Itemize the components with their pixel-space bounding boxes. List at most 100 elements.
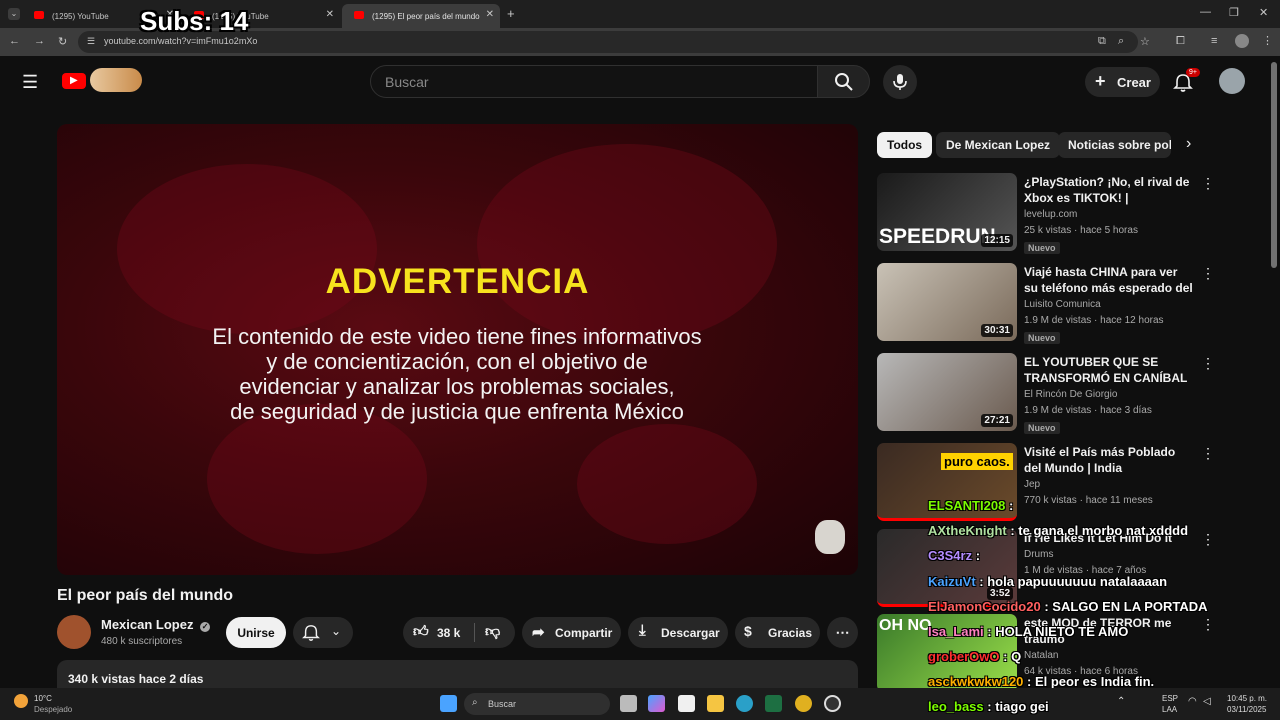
warning-line: y de concientización, con el objetivo de	[266, 349, 648, 374]
video-thumbnail[interactable]: 3:52	[877, 529, 1017, 607]
minimize-icon[interactable]: —	[1200, 6, 1211, 18]
recommendation-channel: El Rincón De Giorgio	[1024, 389, 1118, 400]
video-thumbnail[interactable]: 27:21	[877, 353, 1017, 431]
recommendation-item[interactable]: SPEEDRUN 12:15 ¿PlayStation? ¡No, el riv…	[877, 173, 1217, 254]
recommendation-item[interactable]: 30:31 Viajé hasta CHINA para ver su telé…	[877, 263, 1217, 344]
chat-text: : hola papuuuuuuu natalaaaan	[979, 574, 1168, 589]
lang-top[interactable]: ESP	[1162, 694, 1178, 703]
restore-icon[interactable]: ❐	[1229, 6, 1239, 19]
dislike-button[interactable]: 👎︎	[475, 617, 515, 648]
dog-watermark-icon	[815, 520, 845, 554]
forward-icon[interactable]: →	[34, 35, 45, 47]
search-icon	[835, 73, 853, 91]
chrome-icon[interactable]	[795, 695, 812, 712]
search-button[interactable]	[817, 65, 870, 98]
site-info-icon[interactable]: ☰	[87, 36, 95, 47]
search-icon: ⌕	[472, 697, 478, 708]
create-button[interactable]: + Crear	[1085, 67, 1160, 97]
chip-from-channel[interactable]: De Mexican Lopez	[936, 132, 1061, 158]
more-vertical-icon[interactable]: ⋮	[1201, 265, 1215, 282]
thanks-button[interactable]: $ Gracias	[735, 617, 820, 648]
obs-icon[interactable]	[824, 695, 841, 712]
channel-name-text: Mexican Lopez	[101, 617, 194, 632]
recommendation-meta: 770 k vistas · hace 11 meses	[1024, 495, 1153, 506]
more-vertical-icon[interactable]: ⋮	[1201, 616, 1215, 633]
more-vertical-icon[interactable]: ⋮	[1201, 355, 1215, 372]
close-icon[interactable]: ✕	[486, 9, 494, 20]
thumbs-up-icon: 👍︎	[413, 623, 429, 640]
subscription-bell-button[interactable]: ⌄	[293, 617, 353, 648]
reload-icon[interactable]: ↻	[58, 35, 67, 48]
zoom-icon[interactable]: ⌕	[1118, 35, 1124, 48]
weather-desc: Despejado	[34, 705, 73, 714]
close-icon[interactable]: ✕	[326, 9, 334, 20]
recommendation-title: EL YOUTUBER QUE SE TRANSFORMÓ EN CANÍBAL…	[1024, 355, 1188, 385]
video-thumbnail[interactable]: SPEEDRUN 12:15	[877, 173, 1017, 251]
more-actions-button[interactable]: ⋯	[827, 617, 858, 648]
copilot-icon[interactable]	[648, 695, 665, 712]
like-count: 38 k	[437, 626, 461, 640]
duration-badge: 27:21	[981, 414, 1013, 427]
chat-text: :	[1008, 498, 1014, 513]
video-thumbnail[interactable]: 30:31	[877, 263, 1017, 341]
share-button[interactable]: ➦ Compartir	[522, 617, 621, 648]
more-vertical-icon[interactable]: ⋮	[1201, 175, 1215, 192]
search-input[interactable]	[385, 74, 785, 90]
join-button[interactable]: Unirse	[226, 617, 286, 648]
volume-icon[interactable]: ◁	[1203, 696, 1211, 707]
chat-message: leo_bass : tiago gei	[928, 699, 1049, 714]
more-vertical-icon[interactable]: ⋮	[1201, 445, 1215, 462]
map-texture	[207, 404, 427, 554]
recommendation-channel: Jep	[1024, 479, 1041, 490]
chevron-up-icon[interactable]: ⌃	[1117, 696, 1125, 707]
tab-active-video[interactable]: (1295) El peor país del mundo ✕	[342, 4, 500, 28]
taskbar-search[interactable]: ⌕ Buscar	[464, 693, 610, 715]
store-icon[interactable]	[678, 695, 695, 712]
create-label: Crear	[1117, 74, 1151, 90]
media-icon[interactable]: ≡	[1211, 35, 1217, 47]
thumbs-down-icon: 👎︎	[485, 623, 501, 640]
recommendation-item[interactable]: 27:21 EL YOUTUBER QUE SE TRANSFORMÓ EN C…	[877, 353, 1217, 434]
chip-all[interactable]: Todos	[877, 132, 933, 158]
chat-user: Isa_Lami	[928, 624, 984, 639]
menu-icon[interactable]: ⋮	[1262, 34, 1273, 47]
task-view-icon[interactable]	[620, 695, 637, 712]
extensions-icon[interactable]: ⧠	[1176, 35, 1185, 48]
recommendation-item[interactable]: 3:52 If He Likes It Let Him Do It Drums …	[877, 529, 1217, 609]
window-close-icon[interactable]: ✕	[1259, 6, 1268, 19]
more-horizontal-icon: ⋯	[835, 624, 850, 640]
verified-icon: ✓	[200, 622, 211, 632]
profile-icon[interactable]	[1235, 34, 1249, 48]
install-app-icon[interactable]: ⧉	[1098, 35, 1106, 48]
file-explorer-icon[interactable]	[707, 695, 724, 712]
weather-icon[interactable]	[14, 694, 28, 708]
more-vertical-icon[interactable]: ⋮	[1201, 531, 1215, 548]
notification-count-badge: 9+	[1186, 68, 1200, 77]
clock-time[interactable]: 10:45 p. m.	[1227, 694, 1267, 703]
weather-temp: 10°C	[34, 694, 52, 703]
download-label: Descargar	[661, 625, 720, 640]
wifi-icon[interactable]: ◠	[1188, 696, 1197, 707]
tab-search-icon[interactable]: ⌄	[8, 8, 20, 20]
download-button[interactable]: ⤓ Descargar	[628, 617, 728, 648]
back-icon[interactable]: ←	[9, 35, 20, 47]
chevron-right-icon[interactable]: ›	[1186, 135, 1191, 153]
like-button[interactable]: 👍︎ 38 k	[403, 617, 473, 648]
chip-news[interactable]: Noticias sobre polí	[1058, 132, 1171, 158]
doodle-logo-icon[interactable]	[90, 68, 142, 92]
hamburger-menu-icon[interactable]: ☰	[22, 72, 38, 93]
windows-taskbar: 10°C Despejado ⌕ Buscar ⌃ ESP LAA ◠ ◁ 10…	[0, 688, 1280, 720]
channel-name[interactable]: Mexican Lopez ✓	[101, 617, 211, 632]
youtube-favicon-icon	[354, 11, 364, 19]
account-avatar[interactable]	[1219, 68, 1245, 94]
voice-search-button[interactable]	[883, 65, 917, 99]
warning-title: ADVERTENCIA	[325, 262, 590, 301]
video-player[interactable]: ADVERTENCIA El contenido de este video t…	[57, 124, 858, 575]
windows-start-icon[interactable]	[440, 695, 457, 712]
page-scrollbar[interactable]	[1271, 62, 1277, 268]
new-tab-icon[interactable]: +	[507, 6, 515, 21]
bookmark-star-icon[interactable]: ☆	[1140, 35, 1150, 48]
excel-icon[interactable]	[765, 695, 782, 712]
edge-icon[interactable]	[736, 695, 753, 712]
channel-avatar[interactable]	[57, 615, 91, 649]
